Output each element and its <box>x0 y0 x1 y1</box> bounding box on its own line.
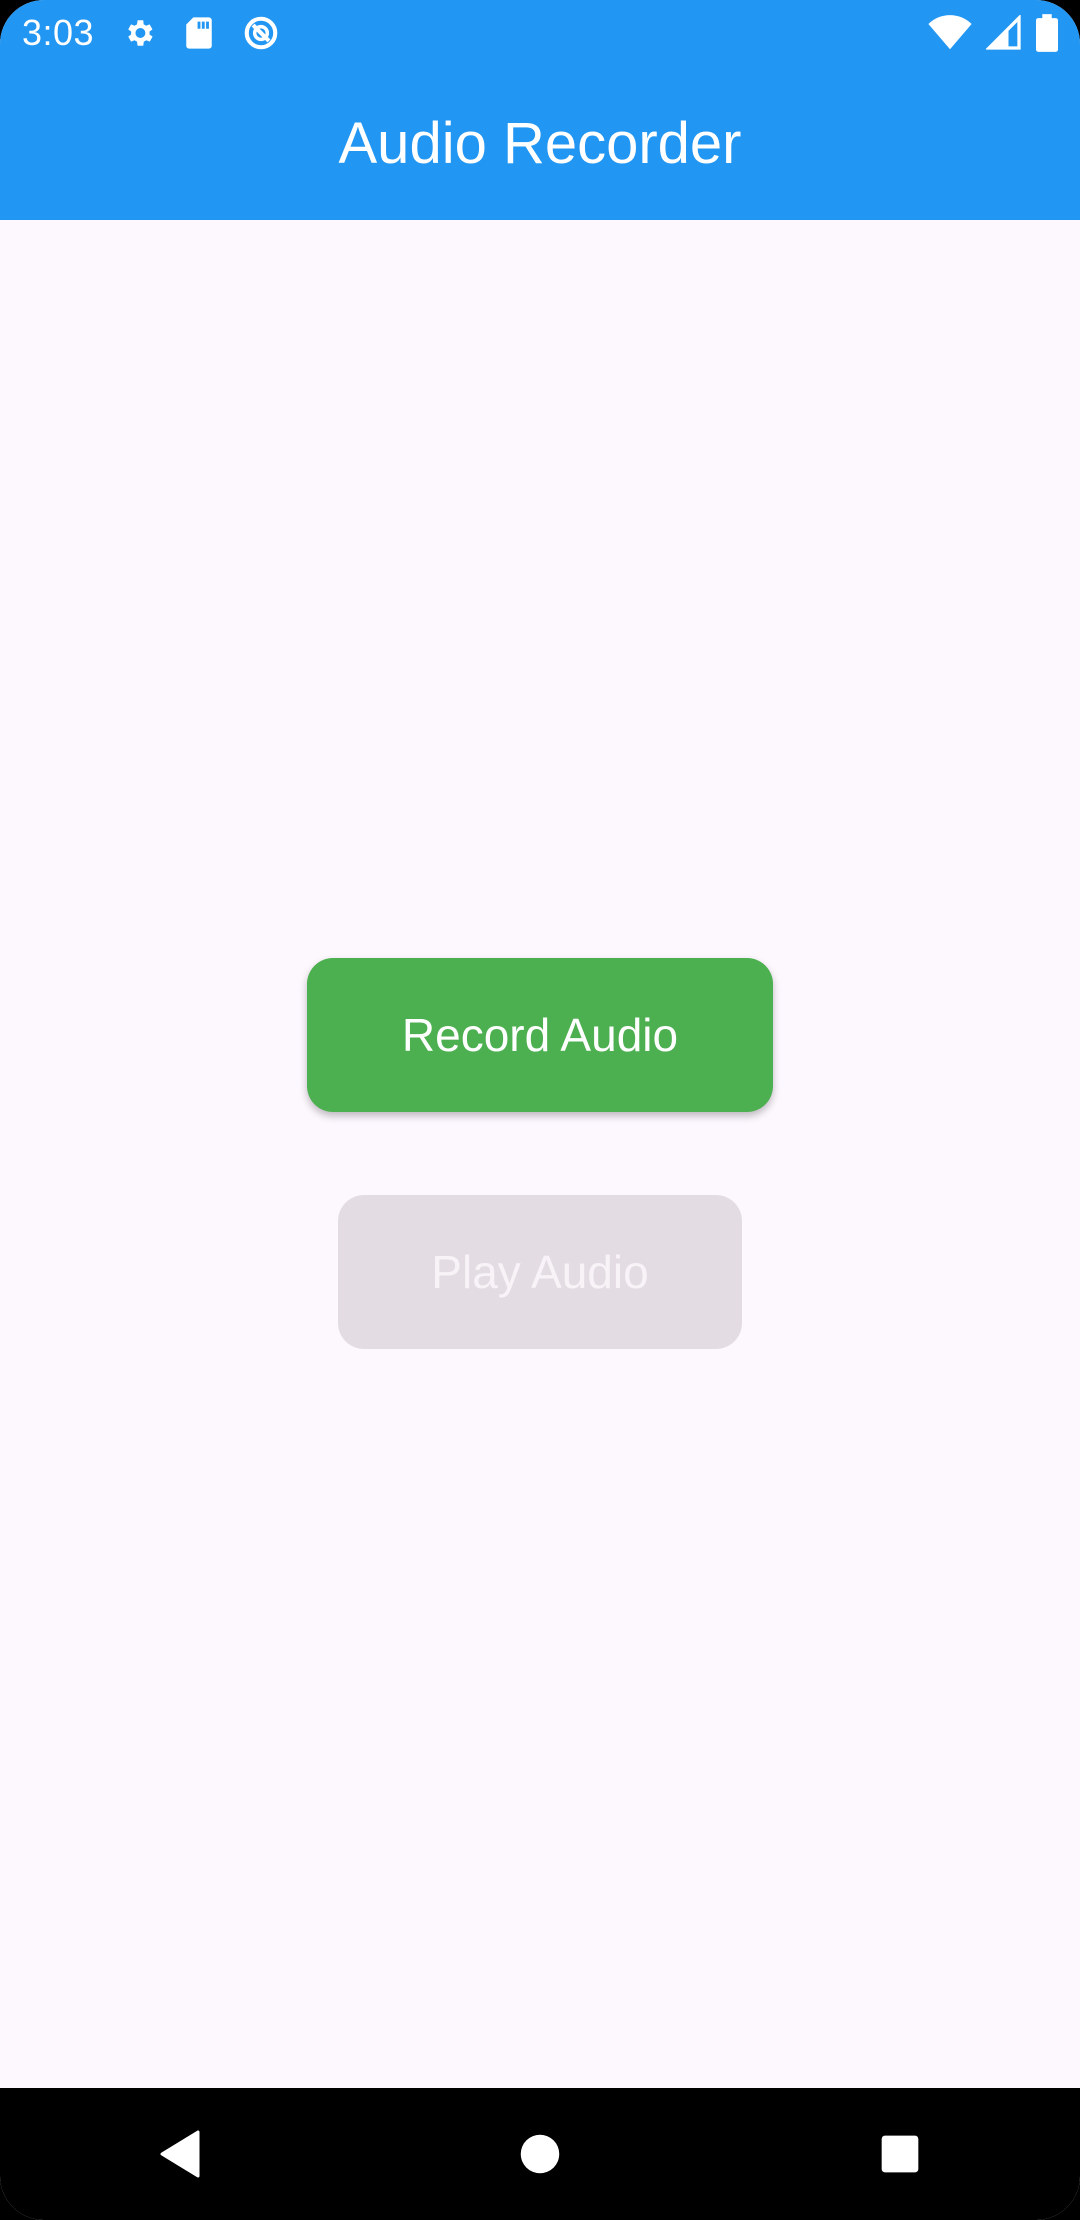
screen: 3:03 Audio Recorder Record Audio Play Au… <box>0 0 1080 2220</box>
home-icon <box>519 2133 561 2175</box>
record-audio-button[interactable]: Record Audio <box>307 958 773 1112</box>
recents-button[interactable] <box>840 2104 960 2204</box>
data-saver-icon <box>242 14 280 52</box>
status-time: 3:03 <box>22 12 95 53</box>
back-icon <box>158 2130 202 2178</box>
play-audio-button[interactable]: Play Audio <box>338 1195 742 1349</box>
home-button[interactable] <box>480 2104 600 2204</box>
wifi-icon <box>928 15 972 51</box>
back-button[interactable] <box>120 2104 240 2204</box>
app-bar: Audio Recorder <box>0 66 1080 220</box>
status-left: 3:03 <box>22 12 280 54</box>
battery-icon <box>1036 14 1058 52</box>
page-title: Audio Recorder <box>338 110 742 176</box>
main-content: Record Audio Play Audio <box>0 220 1080 2088</box>
gear-icon <box>122 16 156 50</box>
cell-signal-icon <box>986 15 1022 51</box>
status-bar: 3:03 <box>0 0 1080 66</box>
recents-icon <box>880 2134 920 2174</box>
status-right <box>928 14 1058 52</box>
sd-card-icon <box>184 16 214 50</box>
navigation-bar <box>0 2088 1080 2220</box>
